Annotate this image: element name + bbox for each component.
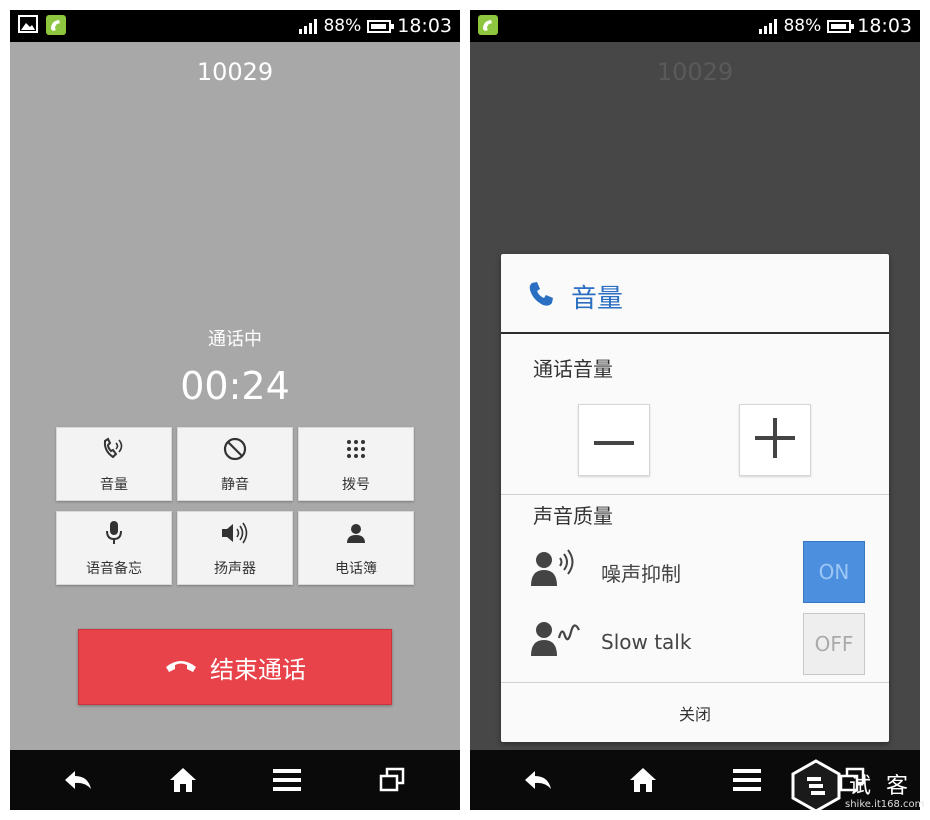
dialpad-button[interactable]: 拨号: [298, 427, 414, 501]
clock: 18:03: [857, 15, 912, 37]
dialog-title: 音量: [571, 284, 624, 314]
contacts-icon: [345, 522, 367, 548]
speaker-icon: [220, 521, 250, 549]
recent-apps-icon[interactable]: [377, 767, 407, 793]
watermark-text: 试 客: [849, 774, 912, 799]
call-volume-label: 通话音量: [533, 357, 613, 381]
sound-quality-label: 声音质量: [533, 504, 613, 528]
volume-button[interactable]: 音量: [56, 427, 172, 501]
volume-up-button[interactable]: [739, 404, 811, 476]
microphone-icon: [104, 520, 124, 550]
plus-icon: [755, 418, 795, 462]
gallery-notification-icon: [18, 15, 38, 39]
back-icon[interactable]: [523, 767, 553, 793]
signal-icon: [299, 18, 318, 34]
phone-icon: [527, 280, 555, 312]
signal-icon: [759, 18, 778, 34]
voice-memo-button-label: 语音备忘: [86, 561, 142, 577]
speaker-button-label: 扬声器: [214, 561, 256, 577]
end-call-label: 结束通话: [210, 655, 306, 684]
divider: [501, 494, 889, 495]
mute-icon: [223, 437, 247, 465]
noise-reduction-toggle[interactable]: ON: [803, 541, 865, 603]
contacts-button-label: 电话簿: [335, 561, 377, 577]
mute-button-label: 静音: [221, 477, 249, 493]
menu-icon[interactable]: [732, 767, 762, 793]
call-notification-icon: [46, 15, 66, 39]
battery-icon: [827, 19, 855, 33]
call-state: 通话中: [208, 329, 262, 350]
clock: 18:03: [397, 15, 452, 37]
volume-button-label: 音量: [100, 477, 128, 493]
caller-number: 10029: [656, 58, 734, 86]
status-bar: 88% 18:03: [10, 10, 460, 42]
call-timer: 00:24: [180, 364, 290, 408]
minus-icon: [594, 431, 634, 450]
noise-reduction-label: 噪声抑制: [601, 562, 681, 586]
battery-percent: 88%: [323, 16, 362, 36]
home-icon[interactable]: [168, 767, 198, 793]
battery-icon: [367, 19, 395, 33]
watermark: 试 客 shike.it168.com: [783, 755, 930, 820]
back-icon[interactable]: [63, 767, 93, 793]
contacts-button[interactable]: 电话簿: [298, 511, 414, 585]
volume-down-button[interactable]: [578, 404, 650, 476]
dialog-header: 音量: [501, 254, 889, 334]
speaker-button[interactable]: 扬声器: [177, 511, 293, 585]
call-controls-grid: 音量 静音 拨号 语音备忘 扬声器 电话簿: [56, 427, 414, 585]
dimmed-call-screen: 10029 音量 通话音量 声音质量 噪声抑制 ON Slow talk OFF…: [470, 42, 920, 750]
hang-up-icon: [164, 653, 198, 681]
home-icon[interactable]: [628, 767, 658, 793]
noise-reduction-icon: [529, 548, 579, 592]
volume-phone-icon: [101, 437, 127, 465]
battery-percent: 88%: [783, 16, 822, 36]
status-bar: 88% 18:03: [470, 10, 920, 42]
volume-dialog: 音量 通话音量 声音质量 噪声抑制 ON Slow talk OFF 关闭: [501, 254, 889, 742]
phone-screen-in-call: 88% 18:03 10029 通话中 00:24 音量 静音 拨号 语音备忘 …: [10, 10, 460, 810]
watermark-logo-icon: [789, 759, 843, 817]
voice-memo-button[interactable]: 语音备忘: [56, 511, 172, 585]
close-button[interactable]: 关闭: [501, 684, 889, 742]
in-call-screen: 10029 通话中 00:24 音量 静音 拨号 语音备忘 扬声器 电话簿 结束…: [10, 42, 460, 750]
mute-button[interactable]: 静音: [177, 427, 293, 501]
dialpad-icon: [345, 438, 367, 464]
navigation-bar: [10, 750, 460, 810]
caller-number: 10029: [196, 58, 274, 86]
call-notification-icon: [478, 15, 498, 39]
menu-icon[interactable]: [272, 767, 302, 793]
end-call-button[interactable]: 结束通话: [78, 629, 392, 705]
watermark-url: shike.it168.com: [845, 799, 925, 810]
slow-talk-label: Slow talk: [601, 630, 692, 654]
phone-screen-volume-dialog: 88% 18:03 10029 音量 通话音量 声音质量 噪声抑制 ON Slo…: [470, 10, 920, 810]
dialpad-button-label: 拨号: [342, 477, 370, 493]
slow-talk-icon: [529, 618, 583, 662]
slow-talk-toggle[interactable]: OFF: [803, 613, 865, 675]
divider: [501, 682, 889, 683]
